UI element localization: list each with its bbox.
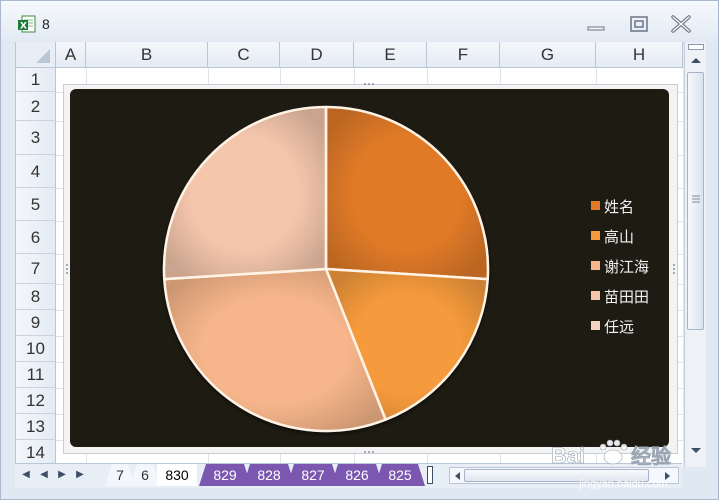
sheet-tab[interactable]: 6 [130, 464, 160, 486]
legend-swatch [591, 231, 600, 240]
svg-text:经验: 经验 [631, 444, 671, 468]
scroll-up-icon[interactable] [690, 56, 702, 64]
sheet-tab[interactable]: 829 [199, 464, 251, 486]
legend-label: 高山 [604, 229, 635, 246]
legend-label: 任远 [604, 319, 635, 336]
legend-label: 苗田田 [604, 289, 650, 306]
grip-icon [692, 195, 700, 203]
split-box[interactable] [688, 44, 704, 50]
sheet-tab[interactable]: 828 [243, 464, 295, 486]
legend-item: 高山 [591, 226, 681, 246]
vertical-scroll-thumb[interactable] [687, 72, 704, 330]
resize-handle-left[interactable] [65, 263, 69, 278]
resize-handle-bottom[interactable] [363, 450, 374, 454]
last-sheet-icon[interactable]: ▶ [73, 467, 87, 483]
legend-swatch [591, 291, 600, 300]
first-sheet-icon[interactable]: ◀ [19, 467, 33, 483]
legend-item: 姓名 [591, 196, 681, 216]
scroll-left-icon[interactable] [453, 471, 461, 481]
sheet-tab[interactable]: 827 [287, 464, 339, 486]
legend-label: 谢江海 [604, 259, 650, 276]
sheet-tab[interactable]: 826 [331, 464, 383, 486]
legend-swatch [591, 201, 600, 210]
tab-split-handle[interactable] [427, 466, 433, 484]
legend-label: 姓名 [604, 199, 635, 216]
sheet-tab[interactable]: 825 [375, 464, 425, 486]
legend-swatch [591, 321, 600, 330]
legend-item: 任远 [591, 316, 681, 336]
svg-text:Bai: Bai [551, 443, 585, 468]
resize-handle-top[interactable] [363, 82, 374, 86]
vertical-scrollbar[interactable] [684, 42, 706, 467]
prev-sheet-icon[interactable]: ◀ [37, 467, 51, 483]
next-sheet-icon[interactable]: ▶ [55, 467, 69, 483]
pie-chart[interactable] [1, 1, 719, 501]
svg-text:jingyan.baidu.com: jingyan.baidu.com [578, 478, 668, 490]
legend-item: 苗田田 [591, 286, 681, 306]
legend-swatch [591, 261, 600, 270]
baidu-watermark-logo: Bai 经验 jingyan.baidu.com [551, 439, 671, 490]
sheet-tab-active[interactable]: 830 [157, 464, 197, 486]
pie-slice[interactable] [324, 105, 490, 281]
excel-window: X 8 A B C D E F G H 1 2 3 4 5 6 7 8 9 10… [0, 0, 719, 500]
sheet-tab[interactable]: 7 [105, 464, 135, 486]
pie-slice[interactable] [162, 105, 328, 281]
legend-item: 谢江海 [591, 256, 681, 276]
